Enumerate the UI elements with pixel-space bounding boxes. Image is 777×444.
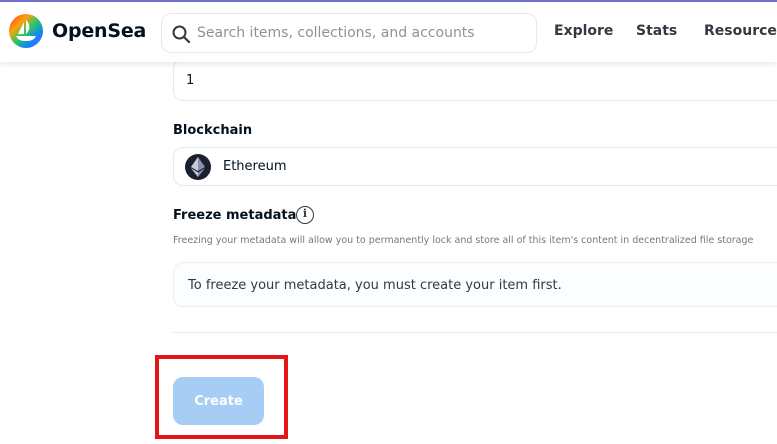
- brand-name: OpenSea: [52, 20, 147, 42]
- search-input[interactable]: [197, 14, 531, 52]
- divider: [173, 332, 777, 333]
- create-button[interactable]: Create: [173, 377, 264, 425]
- top-navbar: OpenSea Explore Stats Resources: [0, 0, 777, 62]
- supply-input[interactable]: 1: [173, 59, 777, 101]
- create-item-form: 1 Blockchain Ethereum Freeze metadata i …: [0, 0, 777, 444]
- opensea-logo-icon: [9, 14, 43, 48]
- info-icon[interactable]: i: [296, 206, 314, 224]
- brand-logo[interactable]: OpenSea: [9, 14, 146, 48]
- supply-value: 1: [186, 73, 195, 88]
- blockchain-value: Ethereum: [223, 159, 287, 174]
- freeze-notice-box: To freeze your metadata, you must create…: [173, 262, 777, 307]
- blockchain-select[interactable]: Ethereum: [173, 147, 777, 186]
- ethereum-icon: [185, 154, 211, 180]
- blockchain-label: Blockchain: [173, 123, 253, 138]
- freeze-metadata-description: Freezing your metadata will allow you to…: [173, 235, 754, 246]
- freeze-metadata-label: Freeze metadata: [173, 208, 297, 223]
- nav-explore[interactable]: Explore: [554, 23, 613, 39]
- search-icon: [172, 25, 191, 44]
- freeze-notice-text: To freeze your metadata, you must create…: [188, 278, 562, 293]
- nav-stats[interactable]: Stats: [636, 23, 677, 39]
- nav-resources[interactable]: Resources: [704, 23, 777, 39]
- search-bar[interactable]: [161, 13, 537, 53]
